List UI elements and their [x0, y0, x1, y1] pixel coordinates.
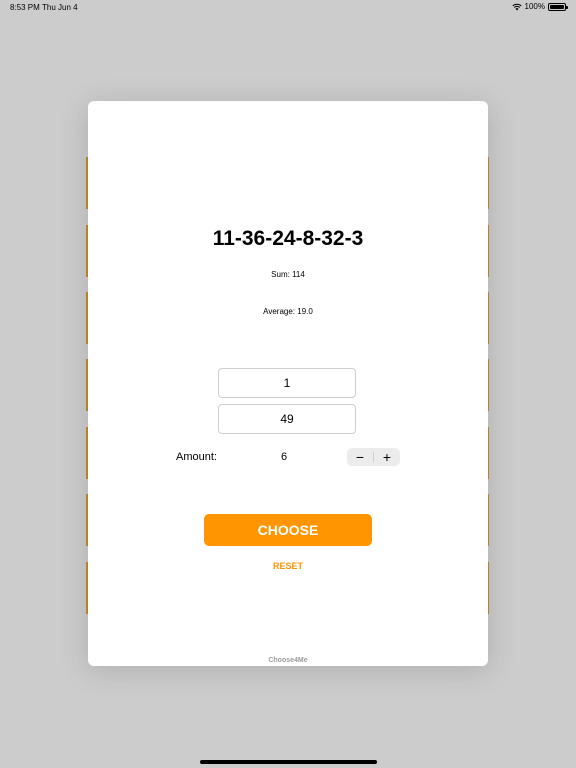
result-numbers: 11-36-24-8-32-3 — [212, 227, 364, 250]
status-indicators: 100% — [511, 2, 568, 11]
sum-label: Sum: 114 — [271, 270, 305, 279]
status-date: Thu Jun 4 — [42, 3, 78, 12]
home-indicator[interactable] — [200, 760, 377, 764]
min-field[interactable] — [218, 368, 356, 398]
amount-value: 6 — [281, 451, 288, 463]
wifi-icon — [511, 3, 522, 10]
app-footer-label: Choose4Me — [268, 657, 308, 664]
max-field[interactable] — [218, 404, 356, 434]
reset-button[interactable]: RESET — [88, 561, 488, 571]
status-bar: 8:53 PM Thu Jun 4 100% — [0, 0, 576, 14]
chooser-panel: 11-36-24-8-32-3 Sum: 114 Average: 19.0 A… — [88, 101, 488, 666]
battery-icon — [548, 2, 568, 11]
choose-button[interactable]: CHOOSE — [204, 514, 372, 546]
decrement-button[interactable]: − — [347, 448, 373, 466]
increment-button[interactable]: + — [374, 448, 400, 466]
average-label: Average: 19.0 — [263, 307, 313, 316]
battery-percent: 100% — [524, 2, 545, 11]
status-time: 8:53 PM — [10, 3, 40, 12]
amount-stepper: − + — [347, 448, 400, 466]
amount-label: Amount: — [176, 451, 217, 463]
